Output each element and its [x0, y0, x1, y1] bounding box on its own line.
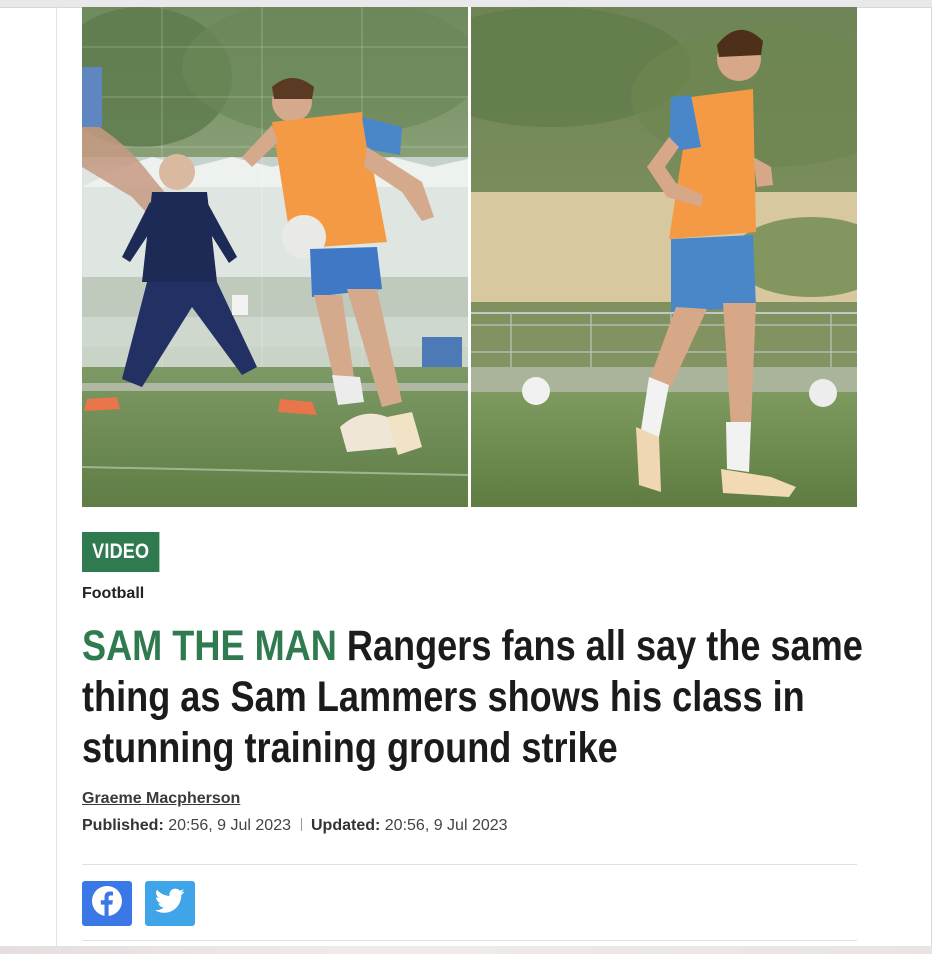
published-label: Published: — [82, 817, 164, 834]
hero-photo-right — [471, 7, 857, 507]
article-headline: SAM THE MAN Rangers fans all say the sam… — [82, 621, 872, 774]
headline-kicker: SAM THE MAN — [82, 622, 337, 670]
facebook-icon — [91, 885, 123, 922]
meta-divider — [301, 818, 302, 831]
video-badge: VIDEO — [82, 532, 160, 572]
hero-image[interactable] — [82, 7, 857, 507]
published-value: 20:56, 9 Jul 2023 — [168, 817, 291, 834]
bottom-strip — [0, 946, 932, 954]
author-link[interactable]: Graeme Macpherson — [82, 790, 240, 808]
share-divider-bottom — [82, 940, 857, 941]
share-divider-top — [82, 864, 857, 865]
twitter-icon — [154, 888, 185, 919]
facebook-share-button[interactable] — [82, 881, 132, 926]
page-left-border — [56, 7, 57, 947]
updated-value: 20:56, 9 Jul 2023 — [384, 817, 508, 834]
section-label[interactable]: Football — [82, 585, 144, 603]
twitter-share-button[interactable] — [145, 881, 195, 926]
article-container: VIDEO Football SAM THE MAN Rangers fans … — [82, 7, 863, 941]
hero-photo-left — [82, 7, 468, 507]
updated-label: Updated: — [311, 817, 381, 834]
publish-meta: Published: 20:56, 9 Jul 2023 Updated: 20:… — [82, 817, 508, 835]
